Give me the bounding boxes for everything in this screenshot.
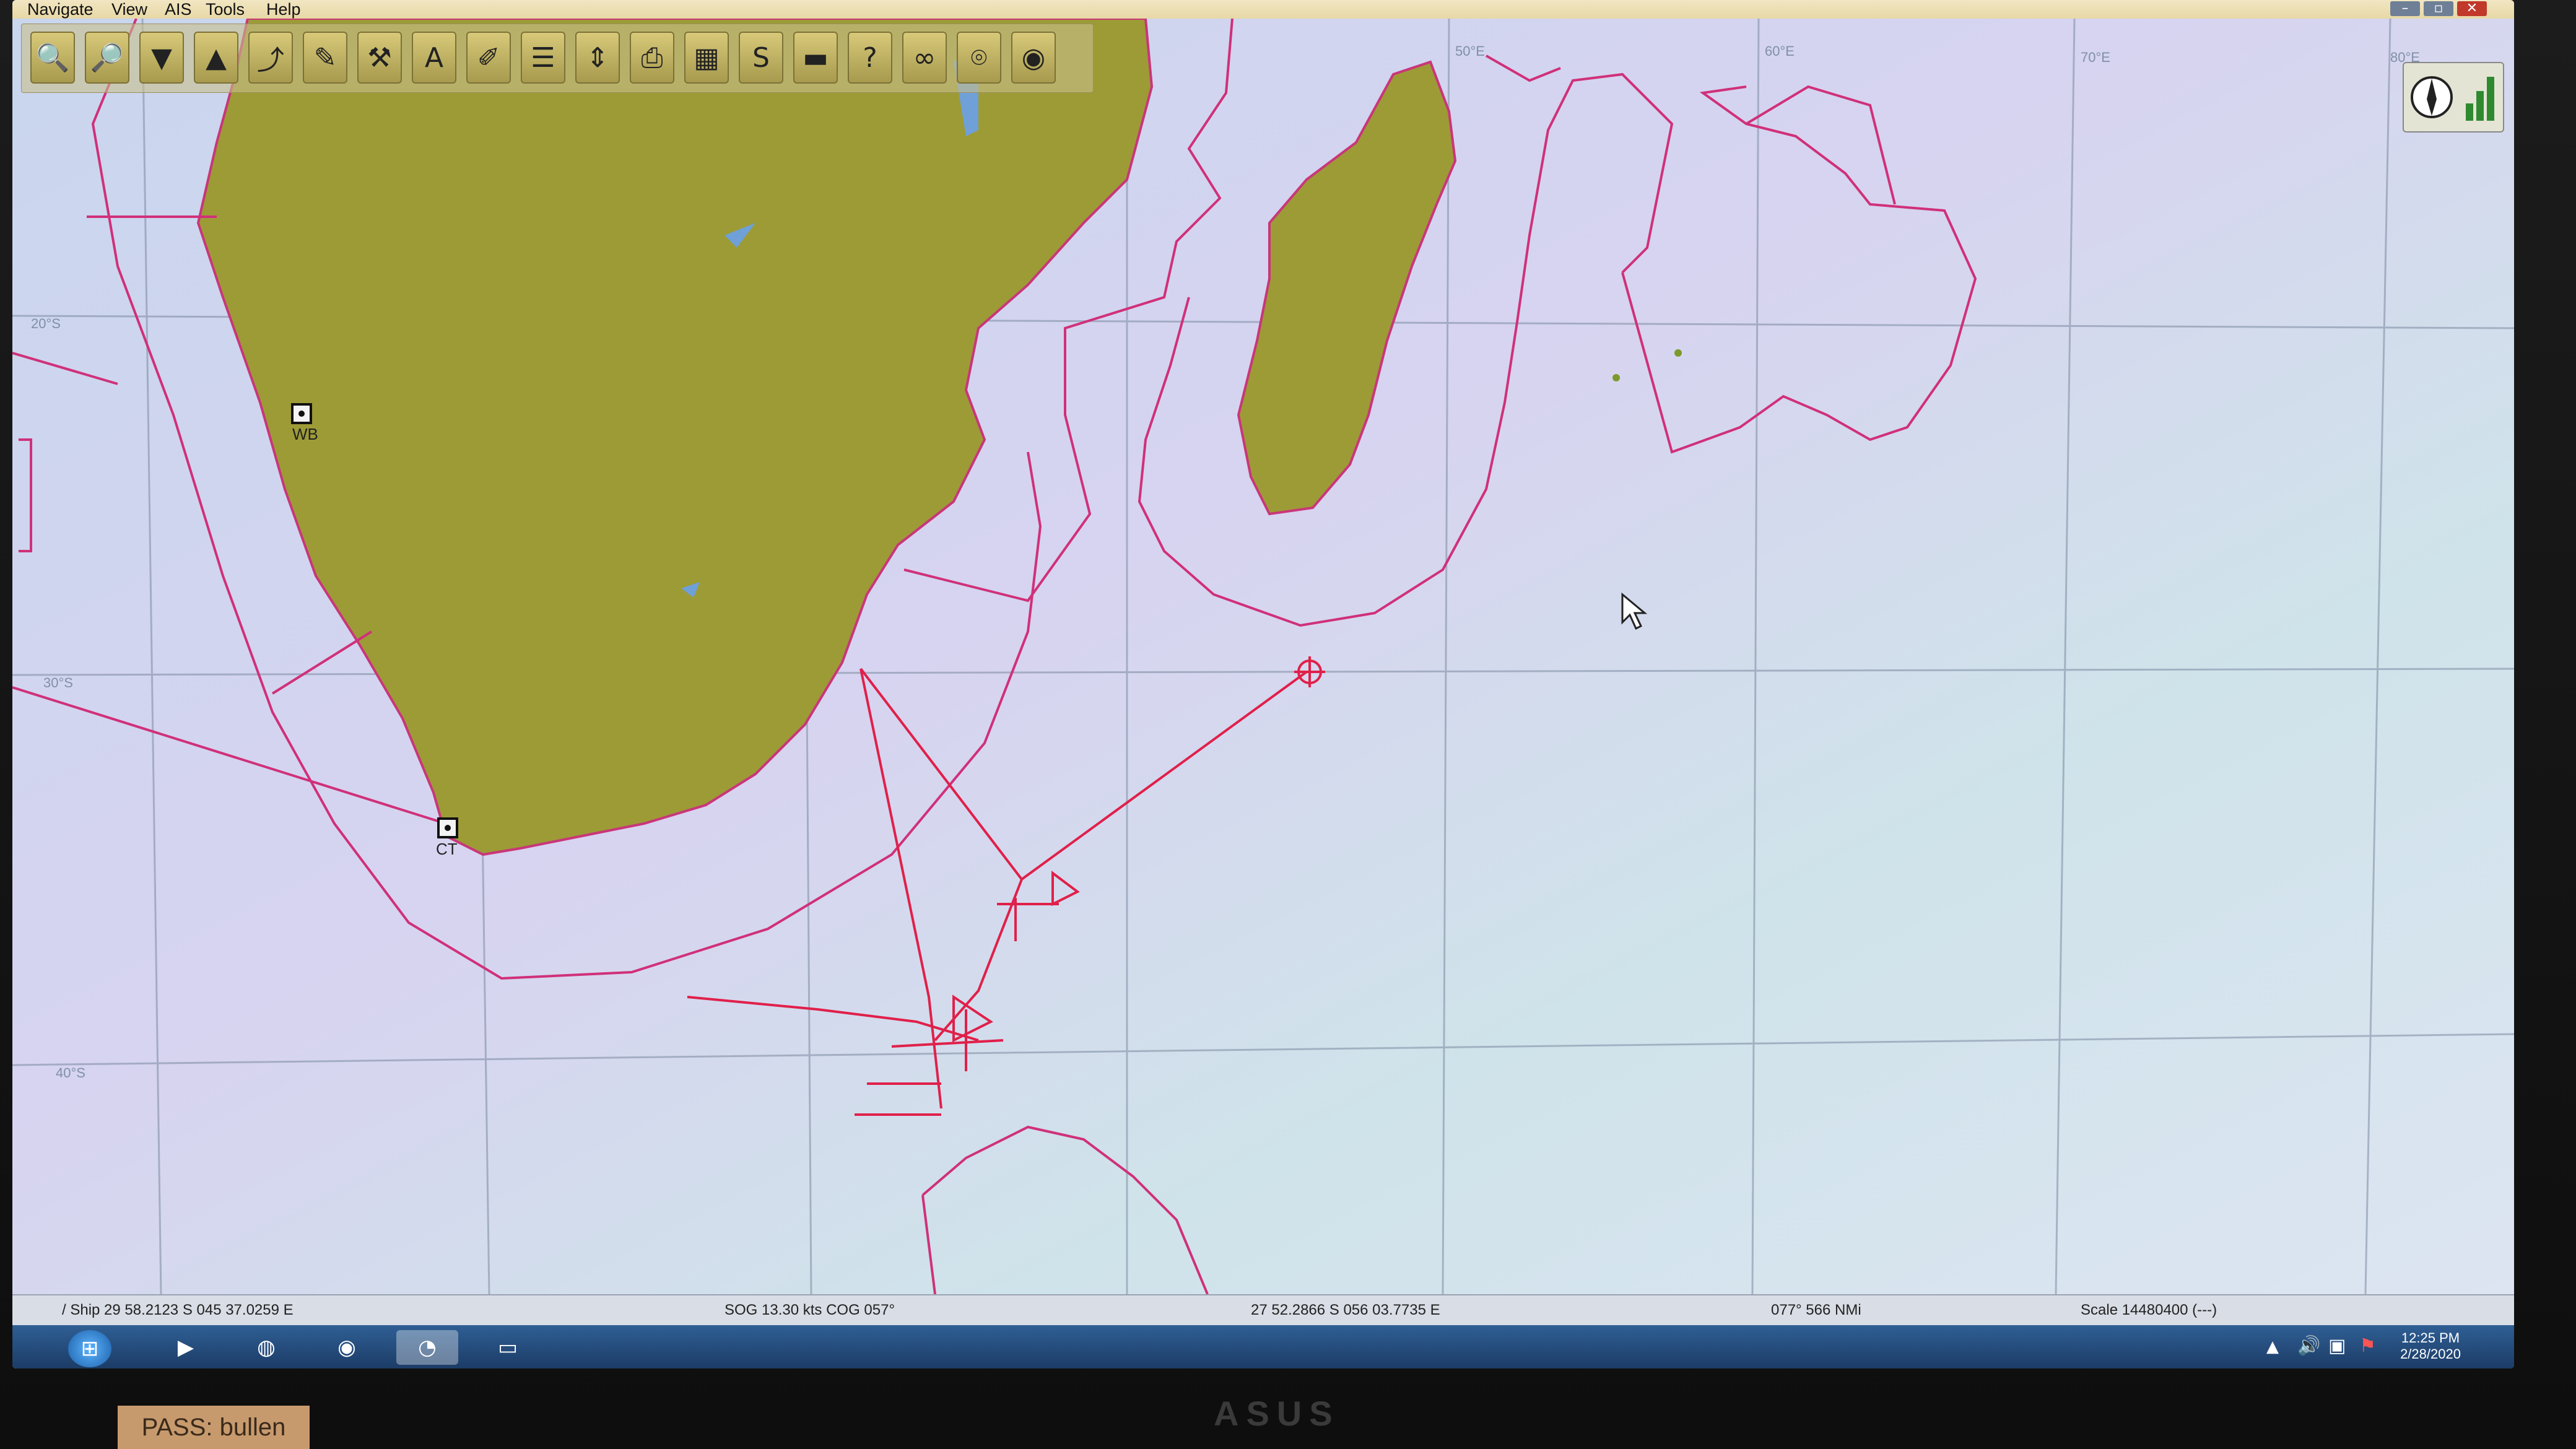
- menu-help[interactable]: Help: [266, 0, 301, 19]
- menu-tools[interactable]: Tools: [206, 0, 245, 19]
- print-icon[interactable]: ⎙: [630, 32, 674, 84]
- lat-label-30: 30°S: [43, 675, 73, 690]
- volume-icon[interactable]: 🔊: [2297, 1335, 2320, 1357]
- menu-view[interactable]: View: [111, 0, 147, 19]
- chart-scale: Scale 14480400 (---): [2081, 1302, 2217, 1318]
- chart-layers-icon[interactable]: ☰: [521, 32, 565, 84]
- file-explorer-icon[interactable]: ▭: [477, 1330, 539, 1365]
- grid-icon[interactable]: ▦: [684, 32, 729, 84]
- firefox-icon[interactable]: ◉: [316, 1330, 378, 1365]
- station-label-wb: WB: [292, 425, 318, 443]
- text-icon[interactable]: A: [412, 32, 456, 84]
- chart-app-taskbar-icon[interactable]: ◔: [396, 1330, 458, 1365]
- route-icon[interactable]: ⤴: [248, 32, 293, 84]
- lon-label-60: 60°E: [1765, 43, 1795, 59]
- lat-label-40: 40°S: [56, 1065, 85, 1081]
- menu-ais[interactable]: AIS: [165, 0, 192, 19]
- measure-icon[interactable]: ⇕: [575, 32, 620, 84]
- track-icon[interactable]: S: [739, 32, 783, 84]
- lifebuoy-icon[interactable]: ◉: [1011, 32, 1056, 84]
- station-marker-wb[interactable]: [291, 403, 312, 424]
- lon-label-50: 50°E: [1455, 43, 1485, 59]
- tool-icon[interactable]: ⚒: [357, 32, 402, 84]
- chrome-icon[interactable]: ◍: [235, 1330, 297, 1365]
- clock-time: 12:25 PM: [2401, 1330, 2460, 1346]
- lon-label-70: 70°E: [2081, 50, 2110, 65]
- signal-bars-icon[interactable]: [2466, 77, 2494, 121]
- action-center-flag-icon[interactable]: ⚑: [2359, 1335, 2376, 1357]
- status-bar: / Ship 29 58.2123 S 045 37.0259 E SOG 13…: [12, 1294, 2514, 1326]
- station-marker-ct[interactable]: [437, 817, 458, 838]
- help-icon[interactable]: ?: [848, 32, 892, 84]
- island: [1612, 374, 1620, 381]
- zoom-out-icon[interactable]: 🔎: [85, 32, 129, 84]
- network-icon[interactable]: ▣: [2328, 1335, 2346, 1357]
- filter-icon[interactable]: ▼: [139, 32, 184, 84]
- ship-icon[interactable]: ▲: [194, 32, 238, 84]
- chart-area[interactable]: WB CT 50°E 60°E 70°E 80°E 20°S 30°S 40°S: [12, 17, 2514, 1295]
- media-player-icon[interactable]: ▶: [155, 1330, 217, 1365]
- monitor-sticker: PASS: bullen: [118, 1406, 310, 1449]
- compass-panel[interactable]: [2403, 62, 2504, 133]
- menu-navigate[interactable]: Navigate: [27, 0, 94, 19]
- zoom-in-icon[interactable]: 🔍: [30, 32, 75, 84]
- depth-icon[interactable]: ▬: [793, 32, 838, 84]
- binoculars-icon[interactable]: ∞: [902, 32, 947, 84]
- bearing-distance: 077° 566 NMi: [1771, 1302, 1861, 1318]
- menu-bar: Navigate View AIS Tools Help – ▫ ✕: [12, 0, 2514, 19]
- cursor-position: 27 52.2866 S 056 03.7735 E: [1251, 1302, 1440, 1318]
- windows-taskbar: ⊞ ▶ ◍ ◉ ◔ ▭ ▲ 🔊 ▣ ⚑ 12:25 PM 2/28/2020: [12, 1325, 2514, 1368]
- close-icon[interactable]: ✕: [2457, 1, 2487, 16]
- station-label-ct: CT: [436, 840, 458, 858]
- ais-icon[interactable]: ⌾: [957, 32, 1001, 84]
- screen: Navigate View AIS Tools Help – ▫ ✕ WB CT…: [12, 0, 2514, 1368]
- pen-icon[interactable]: ✎: [303, 32, 347, 84]
- maximize-icon[interactable]: ▫: [2424, 1, 2453, 16]
- monitor-brand-logo: ASUS: [1214, 1394, 1340, 1433]
- lat-label-20: 20°S: [31, 316, 61, 331]
- ship-position: / Ship 29 58.2123 S 045 37.0259 E: [62, 1302, 294, 1318]
- speed-course: SOG 13.30 kts COG 057°: [724, 1302, 895, 1318]
- main-toolbar: 🔍 🔎 ▼ ▲ ⤴ ✎ ⚒ A ✐ ☰ ⇕ ⎙ ▦ S ▬? ∞ ⌾ ◉: [21, 24, 1094, 93]
- island: [1674, 349, 1682, 357]
- start-button-icon[interactable]: ⊞: [68, 1330, 111, 1367]
- minimize-icon[interactable]: –: [2390, 1, 2420, 16]
- nautical-chart[interactable]: WB CT 50°E 60°E 70°E 80°E 20°S 30°S 40°S: [12, 17, 2514, 1295]
- taskbar-clock[interactable]: 12:25 PM 2/28/2020: [2384, 1330, 2477, 1362]
- tray-expand-icon[interactable]: ▲: [2266, 1338, 2279, 1356]
- marker-icon[interactable]: ✐: [466, 32, 511, 84]
- clock-date: 2/28/2020: [2400, 1346, 2461, 1362]
